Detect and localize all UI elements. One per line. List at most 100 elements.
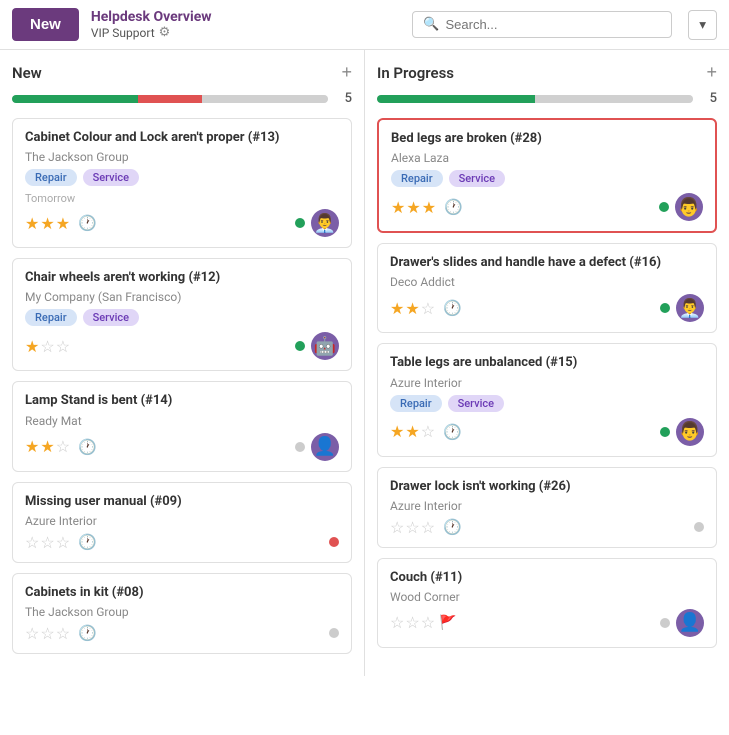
column-header: New + bbox=[12, 62, 352, 83]
app-title: Helpdesk Overview bbox=[91, 9, 212, 25]
card-tags: RepairService bbox=[391, 170, 703, 187]
card-tags: Repair Service bbox=[390, 395, 704, 412]
kanban-card[interactable]: Chair wheels aren't working (#12) My Com… bbox=[12, 258, 352, 371]
kanban-card[interactable]: Cabinet Colour and Lock aren't proper (#… bbox=[12, 118, 352, 248]
card-rating: ★★★ 🕐 bbox=[25, 214, 97, 233]
card-status: 👨‍💼 bbox=[295, 209, 339, 237]
kanban-board: New + 5 Cabinet Colour and Lock aren't p… bbox=[0, 50, 729, 676]
card-tags: RepairService bbox=[25, 309, 339, 326]
card-footer: ☆☆☆ 🕐 bbox=[390, 518, 704, 537]
card-rating: ☆☆☆ 🚩 bbox=[390, 613, 456, 632]
star-filled: ★ bbox=[391, 198, 405, 217]
kanban-card[interactable]: Missing user manual (#09) Azure Interior… bbox=[12, 482, 352, 563]
card-footer: ★★☆ 🕐 👨 bbox=[390, 418, 704, 446]
kanban-card[interactable]: Table legs are unbalanced (#15) Azure In… bbox=[377, 343, 717, 456]
status-dot bbox=[329, 628, 339, 638]
tag-repair: Repair bbox=[390, 395, 442, 412]
card-rating: ★★☆ 🕐 bbox=[390, 299, 462, 318]
status-dot bbox=[694, 522, 704, 532]
card-status: 🤖 bbox=[295, 332, 339, 360]
clock-icon: 🕐 bbox=[443, 518, 462, 536]
star-filled: ★ bbox=[25, 214, 39, 233]
card-status: 👤 bbox=[660, 609, 704, 637]
star-filled: ★ bbox=[390, 299, 404, 318]
kanban-card[interactable]: Couch (#11) Wood Corner ☆☆☆ 🚩 👤 bbox=[377, 558, 717, 648]
clock-icon: 🕐 bbox=[443, 299, 462, 317]
search-bar: 🔍 bbox=[412, 11, 672, 38]
star-empty: ☆ bbox=[421, 422, 435, 441]
status-dot bbox=[295, 341, 305, 351]
card-footer: ★★★ 🕐 👨 bbox=[391, 193, 703, 221]
card-company: The Jackson Group bbox=[25, 150, 339, 164]
stars: ★☆☆ bbox=[25, 337, 70, 356]
card-rating: ★★★ 🕐 bbox=[391, 198, 463, 217]
stars: ☆☆☆ bbox=[25, 624, 70, 643]
card-company: Azure Interior bbox=[25, 514, 339, 528]
stars: ★★☆ bbox=[25, 437, 70, 456]
star-filled: ★ bbox=[406, 198, 420, 217]
new-button[interactable]: New bbox=[12, 8, 79, 41]
avatar: 👨 bbox=[676, 418, 704, 446]
star-filled: ★ bbox=[405, 299, 419, 318]
star-empty: ☆ bbox=[25, 533, 39, 552]
column-title: In Progress bbox=[377, 64, 454, 82]
column-add-button[interactable]: + bbox=[341, 62, 352, 83]
kanban-card[interactable]: Drawer's slides and handle have a defect… bbox=[377, 243, 717, 333]
kanban-card[interactable]: Bed legs are broken (#28) Alexa Laza Rep… bbox=[377, 118, 717, 233]
card-rating: ☆☆☆ 🕐 bbox=[390, 518, 462, 537]
search-input[interactable] bbox=[445, 17, 661, 32]
star-empty: ☆ bbox=[56, 533, 70, 552]
star-filled: ★ bbox=[56, 214, 70, 233]
card-title: Table legs are unbalanced (#15) bbox=[390, 354, 704, 372]
kanban-card[interactable]: Lamp Stand is bent (#14) Ready Mat ★★☆ 🕐… bbox=[12, 381, 352, 471]
star-filled: ★ bbox=[405, 422, 419, 441]
tag-repair: Repair bbox=[391, 170, 443, 187]
clock-icon: 🕐 bbox=[78, 624, 97, 642]
star-empty: ☆ bbox=[40, 337, 54, 356]
card-title: Drawer's slides and handle have a defect… bbox=[390, 254, 704, 272]
star-filled: ★ bbox=[25, 337, 39, 356]
column-new: New + 5 Cabinet Colour and Lock aren't p… bbox=[0, 50, 365, 676]
kanban-card[interactable]: Drawer lock isn't working (#26) Azure In… bbox=[377, 467, 717, 548]
column-header: In Progress + bbox=[377, 62, 717, 83]
clock-icon: 🕐 bbox=[78, 438, 97, 456]
card-status: 👨‍💼 bbox=[660, 294, 704, 322]
card-rating: ☆☆☆ 🕐 bbox=[25, 624, 97, 643]
card-status bbox=[329, 628, 339, 638]
tag-repair: Repair bbox=[25, 169, 77, 186]
search-dropdown-button[interactable]: ▾ bbox=[688, 10, 717, 40]
card-company: Azure Interior bbox=[390, 499, 704, 513]
flag-icon: 🚩 bbox=[439, 615, 456, 631]
card-title: Bed legs are broken (#28) bbox=[391, 130, 703, 148]
card-footer: ★☆☆ 🤖 bbox=[25, 332, 339, 360]
search-icon: 🔍 bbox=[423, 17, 439, 32]
card-title: Cabinets in kit (#08) bbox=[25, 584, 339, 602]
stars: ☆☆☆ bbox=[390, 518, 435, 537]
card-title: Lamp Stand is bent (#14) bbox=[25, 392, 339, 410]
star-filled: ★ bbox=[25, 437, 39, 456]
card-status: 👨 bbox=[659, 193, 703, 221]
tag-service: Service bbox=[448, 395, 504, 412]
card-title: Cabinet Colour and Lock aren't proper (#… bbox=[25, 129, 339, 147]
card-footer: ★★☆ 🕐 👨‍💼 bbox=[390, 294, 704, 322]
card-company: The Jackson Group bbox=[25, 605, 339, 619]
stars: ★★☆ bbox=[390, 422, 435, 441]
column-count: 5 bbox=[336, 91, 352, 106]
column-add-button[interactable]: + bbox=[706, 62, 717, 83]
card-company: Wood Corner bbox=[390, 590, 704, 604]
card-title: Drawer lock isn't working (#26) bbox=[390, 478, 704, 496]
bar-container bbox=[12, 95, 328, 103]
card-company: My Company (San Francisco) bbox=[25, 290, 339, 304]
avatar: 👤 bbox=[311, 433, 339, 461]
star-empty: ☆ bbox=[25, 624, 39, 643]
kanban-card[interactable]: Cabinets in kit (#08) The Jackson Group … bbox=[12, 573, 352, 654]
avatar: 👨‍💼 bbox=[311, 209, 339, 237]
card-title: Chair wheels aren't working (#12) bbox=[25, 269, 339, 287]
card-rating: ☆☆☆ 🕐 bbox=[25, 533, 97, 552]
star-empty: ☆ bbox=[421, 518, 435, 537]
gear-icon[interactable]: ⚙ bbox=[159, 25, 171, 40]
card-company: Azure Interior bbox=[390, 376, 704, 390]
bar-segment-red bbox=[138, 95, 201, 103]
tag-service: Service bbox=[83, 309, 139, 326]
card-company: Deco Addict bbox=[390, 275, 704, 289]
